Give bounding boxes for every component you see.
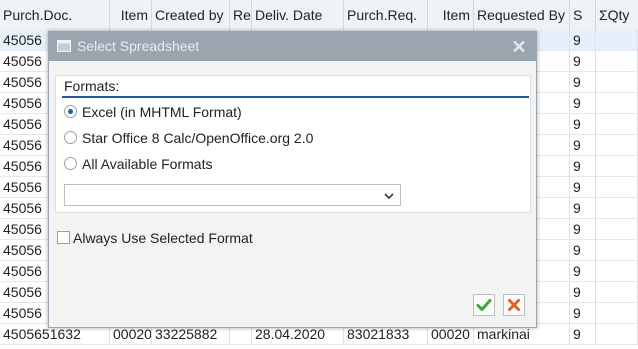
column-header-created-by[interactable]: Created by	[152, 0, 230, 30]
cancel-x-icon	[508, 299, 520, 311]
table-cell-s[interactable]: 9	[570, 240, 596, 261]
table-cell-s[interactable]: 9	[570, 282, 596, 303]
table-cell-s[interactable]: 9	[570, 93, 596, 114]
table-cell-qty[interactable]	[596, 51, 638, 72]
cancel-button[interactable]	[503, 294, 525, 316]
table-cell-qty[interactable]	[596, 135, 638, 156]
dialog-titlebar[interactable]: Select Spreadsheet ✕	[49, 32, 536, 61]
table-cell-s[interactable]: 9	[570, 177, 596, 198]
formats-group: Formats: Excel (in MHTML Format) Star Of…	[55, 75, 531, 213]
table-cell-s[interactable]: 9	[570, 30, 596, 51]
dialog-title: Select Spreadsheet	[77, 38, 200, 54]
select-spreadsheet-dialog: Select Spreadsheet ✕ Formats: Excel (in …	[48, 31, 537, 328]
table-cell-s[interactable]: 9	[570, 219, 596, 240]
close-icon[interactable]: ✕	[508, 36, 530, 58]
table-cell-qty[interactable]	[596, 72, 638, 93]
always-use-format-label: Always Use Selected Format	[73, 230, 253, 246]
ok-button[interactable]	[473, 294, 495, 316]
radio-label-excel: Excel (in MHTML Format)	[82, 104, 242, 120]
format-dropdown[interactable]	[64, 184, 401, 206]
radio-button[interactable]	[64, 105, 77, 118]
table-cell-qty[interactable]	[596, 240, 638, 261]
always-use-format-checkbox[interactable]	[57, 231, 70, 244]
column-header-purch-req[interactable]: Purch.Req.	[344, 0, 428, 30]
table-cell-s[interactable]: 9	[570, 114, 596, 135]
table-cell-s[interactable]: 9	[570, 261, 596, 282]
column-header-purch-doc[interactable]: Purch.Doc.	[0, 0, 110, 30]
checkmark-icon	[476, 299, 492, 311]
column-header-req-item[interactable]: Item	[428, 0, 474, 30]
radio-button[interactable]	[64, 157, 77, 170]
table-cell-qty[interactable]	[596, 282, 638, 303]
table-header: Purch.Doc. Item Created by Rel Deliv. Da…	[0, 0, 638, 31]
table-cell-s[interactable]: 9	[570, 198, 596, 219]
section-divider	[62, 96, 529, 98]
radio-label-star-office: Star Office 8 Calc/OpenOffice.org 2.0	[82, 130, 314, 146]
table-cell-qty[interactable]	[596, 177, 638, 198]
table-cell-qty[interactable]	[596, 261, 638, 282]
table-cell-s[interactable]: 9	[570, 324, 596, 345]
table-cell-qty[interactable]	[596, 93, 638, 114]
table-cell-qty[interactable]	[596, 156, 638, 177]
radio-button[interactable]	[64, 131, 77, 144]
radio-label-all-formats: All Available Formats	[82, 156, 213, 172]
table-cell-s[interactable]: 9	[570, 51, 596, 72]
table-cell-s[interactable]: 9	[570, 156, 596, 177]
column-header-item[interactable]: Item	[110, 0, 152, 30]
table-cell-qty[interactable]	[596, 198, 638, 219]
table-cell-qty[interactable]	[596, 324, 638, 345]
table-cell-qty[interactable]	[596, 219, 638, 240]
table-cell-qty[interactable]	[596, 303, 638, 324]
table-cell-s[interactable]: 9	[570, 303, 596, 324]
column-header-requested-by[interactable]: Requested By	[474, 0, 570, 30]
column-header-s[interactable]: S	[570, 0, 596, 30]
chevron-down-icon	[384, 193, 394, 200]
formats-label: Formats:	[64, 78, 120, 94]
table-cell-qty[interactable]	[596, 30, 638, 51]
column-header-rel[interactable]: Rel	[230, 0, 252, 30]
table-cell-s[interactable]: 9	[570, 72, 596, 93]
table-cell-s[interactable]: 9	[570, 135, 596, 156]
column-header-sum-qty[interactable]: ΣQty	[596, 0, 638, 30]
window-icon	[57, 40, 71, 52]
table-cell-qty[interactable]	[596, 114, 638, 135]
column-header-deliv-date[interactable]: Deliv. Date	[252, 0, 344, 30]
